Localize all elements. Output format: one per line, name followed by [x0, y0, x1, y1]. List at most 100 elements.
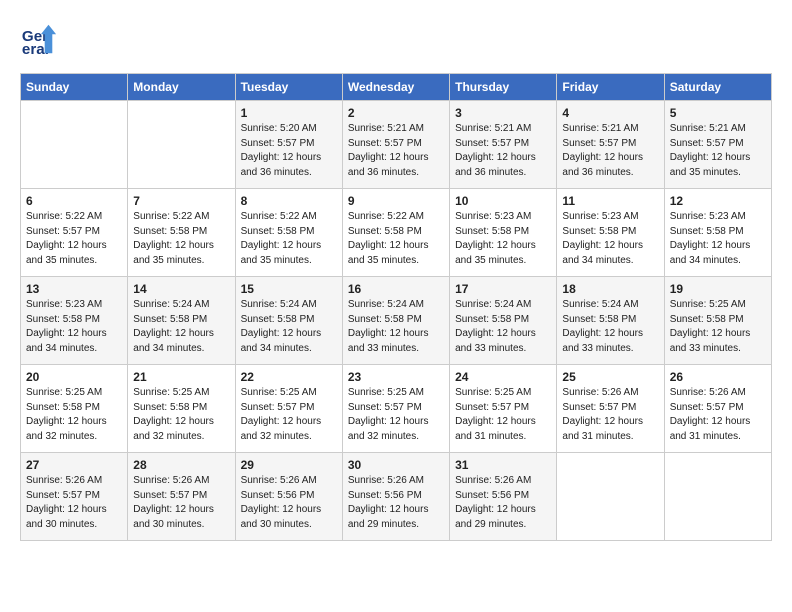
day-info: Sunrise: 5:25 AM Sunset: 5:58 PM Dayligh… [26, 386, 122, 444]
day-number: 23 [348, 370, 444, 384]
day-info: Sunrise: 5:23 AM Sunset: 5:58 PM Dayligh… [670, 210, 766, 268]
calendar-week-row: 6Sunrise: 5:22 AM Sunset: 5:57 PM Daylig… [21, 189, 772, 277]
day-info: Sunrise: 5:26 AM Sunset: 5:57 PM Dayligh… [133, 474, 229, 532]
logo-icon: Gen eral [20, 20, 58, 58]
logo: Gen eral [20, 20, 62, 58]
calendar-cell: 16 Sunrise: 5:24 AM Sunset: 5:58 PM Dayli… [342, 277, 449, 365]
calendar-cell: 21 Sunrise: 5:25 AM Sunset: 5:58 PM Dayli… [128, 365, 235, 453]
day-info: Sunrise: 5:22 AM Sunset: 5:58 PM Dayligh… [133, 210, 229, 268]
day-number: 24 [455, 370, 551, 384]
day-number: 15 [241, 282, 337, 296]
day-info: Sunrise: 5:26 AM Sunset: 5:57 PM Dayligh… [562, 386, 658, 444]
day-number: 28 [133, 458, 229, 472]
day-number: 22 [241, 370, 337, 384]
day-info: Sunrise: 5:21 AM Sunset: 5:57 PM Dayligh… [455, 122, 551, 180]
day-number: 2 [348, 106, 444, 120]
day-number: 19 [670, 282, 766, 296]
day-info: Sunrise: 5:21 AM Sunset: 5:57 PM Dayligh… [348, 122, 444, 180]
day-info: Sunrise: 5:25 AM Sunset: 5:58 PM Dayligh… [133, 386, 229, 444]
day-number: 30 [348, 458, 444, 472]
day-number: 26 [670, 370, 766, 384]
calendar-cell: 12 Sunrise: 5:23 AM Sunset: 5:58 PM Dayli… [664, 189, 771, 277]
day-number: 11 [562, 194, 658, 208]
calendar-cell: 6Sunrise: 5:22 AM Sunset: 5:57 PM Daylig… [21, 189, 128, 277]
day-info: Sunrise: 5:21 AM Sunset: 5:57 PM Dayligh… [562, 122, 658, 180]
day-info: Sunrise: 5:25 AM Sunset: 5:57 PM Dayligh… [455, 386, 551, 444]
day-number: 17 [455, 282, 551, 296]
weekday-header: Sunday [21, 74, 128, 101]
calendar-cell: 9Sunrise: 5:22 AM Sunset: 5:58 PM Daylig… [342, 189, 449, 277]
day-number: 14 [133, 282, 229, 296]
day-info: Sunrise: 5:26 AM Sunset: 5:56 PM Dayligh… [348, 474, 444, 532]
calendar-cell: 19 Sunrise: 5:25 AM Sunset: 5:58 PM Dayli… [664, 277, 771, 365]
calendar-cell: 25 Sunrise: 5:26 AM Sunset: 5:57 PM Dayli… [557, 365, 664, 453]
calendar-cell: 31 Sunrise: 5:26 AM Sunset: 5:56 PM Dayli… [450, 453, 557, 541]
weekday-header: Friday [557, 74, 664, 101]
calendar-cell: 13 Sunrise: 5:23 AM Sunset: 5:58 PM Dayli… [21, 277, 128, 365]
calendar-cell [128, 101, 235, 189]
calendar-cell: 11 Sunrise: 5:23 AM Sunset: 5:58 PM Dayli… [557, 189, 664, 277]
day-info: Sunrise: 5:23 AM Sunset: 5:58 PM Dayligh… [562, 210, 658, 268]
day-number: 29 [241, 458, 337, 472]
calendar-cell: 8 Sunrise: 5:22 AM Sunset: 5:58 PM Daylig… [235, 189, 342, 277]
day-info: Sunrise: 5:26 AM Sunset: 5:56 PM Dayligh… [455, 474, 551, 532]
day-number: 25 [562, 370, 658, 384]
calendar-cell: 26 Sunrise: 5:26 AM Sunset: 5:57 PM Dayli… [664, 365, 771, 453]
calendar-cell: 14Sunrise: 5:24 AM Sunset: 5:58 PM Dayli… [128, 277, 235, 365]
day-info: Sunrise: 5:26 AM Sunset: 5:57 PM Dayligh… [26, 474, 122, 532]
day-number: 16 [348, 282, 444, 296]
day-info: Sunrise: 5:24 AM Sunset: 5:58 PM Dayligh… [241, 298, 337, 356]
calendar-cell: 24 Sunrise: 5:25 AM Sunset: 5:57 PM Dayli… [450, 365, 557, 453]
day-info: Sunrise: 5:22 AM Sunset: 5:57 PM Dayligh… [26, 210, 122, 268]
calendar-cell: 22 Sunrise: 5:25 AM Sunset: 5:57 PM Dayli… [235, 365, 342, 453]
calendar-cell [664, 453, 771, 541]
day-number: 7 [133, 194, 229, 208]
calendar-cell: 10Sunrise: 5:23 AM Sunset: 5:58 PM Dayli… [450, 189, 557, 277]
day-number: 1 [241, 106, 337, 120]
calendar-cell: 28 Sunrise: 5:26 AM Sunset: 5:57 PM Dayli… [128, 453, 235, 541]
day-info: Sunrise: 5:20 AM Sunset: 5:57 PM Dayligh… [241, 122, 337, 180]
weekday-header: Wednesday [342, 74, 449, 101]
day-number: 8 [241, 194, 337, 208]
calendar-cell: 5 Sunrise: 5:21 AM Sunset: 5:57 PM Daylig… [664, 101, 771, 189]
calendar-week-row: 13 Sunrise: 5:23 AM Sunset: 5:58 PM Dayli… [21, 277, 772, 365]
calendar-cell: 4 Sunrise: 5:21 AM Sunset: 5:57 PM Daylig… [557, 101, 664, 189]
day-number: 4 [562, 106, 658, 120]
calendar-cell: 20 Sunrise: 5:25 AM Sunset: 5:58 PM Dayli… [21, 365, 128, 453]
weekday-header: Tuesday [235, 74, 342, 101]
calendar-cell: 3Sunrise: 5:21 AM Sunset: 5:57 PM Daylig… [450, 101, 557, 189]
day-info: Sunrise: 5:24 AM Sunset: 5:58 PM Dayligh… [455, 298, 551, 356]
calendar-cell: 7 Sunrise: 5:22 AM Sunset: 5:58 PM Daylig… [128, 189, 235, 277]
day-info: Sunrise: 5:24 AM Sunset: 5:58 PM Dayligh… [348, 298, 444, 356]
day-info: Sunrise: 5:22 AM Sunset: 5:58 PM Dayligh… [348, 210, 444, 268]
calendar-cell: 18Sunrise: 5:24 AM Sunset: 5:58 PM Dayli… [557, 277, 664, 365]
header-row: SundayMondayTuesdayWednesdayThursdayFrid… [21, 74, 772, 101]
calendar-week-row: 27 Sunrise: 5:26 AM Sunset: 5:57 PM Dayli… [21, 453, 772, 541]
page-header: Gen eral [20, 20, 772, 58]
day-info: Sunrise: 5:23 AM Sunset: 5:58 PM Dayligh… [455, 210, 551, 268]
day-info: Sunrise: 5:25 AM Sunset: 5:57 PM Dayligh… [241, 386, 337, 444]
calendar-week-row: 20 Sunrise: 5:25 AM Sunset: 5:58 PM Dayli… [21, 365, 772, 453]
day-number: 27 [26, 458, 122, 472]
calendar-cell: 23Sunrise: 5:25 AM Sunset: 5:57 PM Dayli… [342, 365, 449, 453]
calendar-table: SundayMondayTuesdayWednesdayThursdayFrid… [20, 73, 772, 541]
weekday-header: Saturday [664, 74, 771, 101]
day-info: Sunrise: 5:26 AM Sunset: 5:56 PM Dayligh… [241, 474, 337, 532]
day-info: Sunrise: 5:22 AM Sunset: 5:58 PM Dayligh… [241, 210, 337, 268]
calendar-cell: 29 Sunrise: 5:26 AM Sunset: 5:56 PM Dayli… [235, 453, 342, 541]
calendar-cell: 15 Sunrise: 5:24 AM Sunset: 5:58 PM Dayli… [235, 277, 342, 365]
day-number: 21 [133, 370, 229, 384]
day-info: Sunrise: 5:25 AM Sunset: 5:58 PM Dayligh… [670, 298, 766, 356]
day-info: Sunrise: 5:23 AM Sunset: 5:58 PM Dayligh… [26, 298, 122, 356]
calendar-cell: 2 Sunrise: 5:21 AM Sunset: 5:57 PM Daylig… [342, 101, 449, 189]
day-number: 31 [455, 458, 551, 472]
day-number: 5 [670, 106, 766, 120]
day-info: Sunrise: 5:26 AM Sunset: 5:57 PM Dayligh… [670, 386, 766, 444]
day-number: 20 [26, 370, 122, 384]
calendar-cell: 27 Sunrise: 5:26 AM Sunset: 5:57 PM Dayli… [21, 453, 128, 541]
calendar-cell [557, 453, 664, 541]
calendar-cell [21, 101, 128, 189]
day-info: Sunrise: 5:21 AM Sunset: 5:57 PM Dayligh… [670, 122, 766, 180]
day-number: 12 [670, 194, 766, 208]
day-number: 13 [26, 282, 122, 296]
